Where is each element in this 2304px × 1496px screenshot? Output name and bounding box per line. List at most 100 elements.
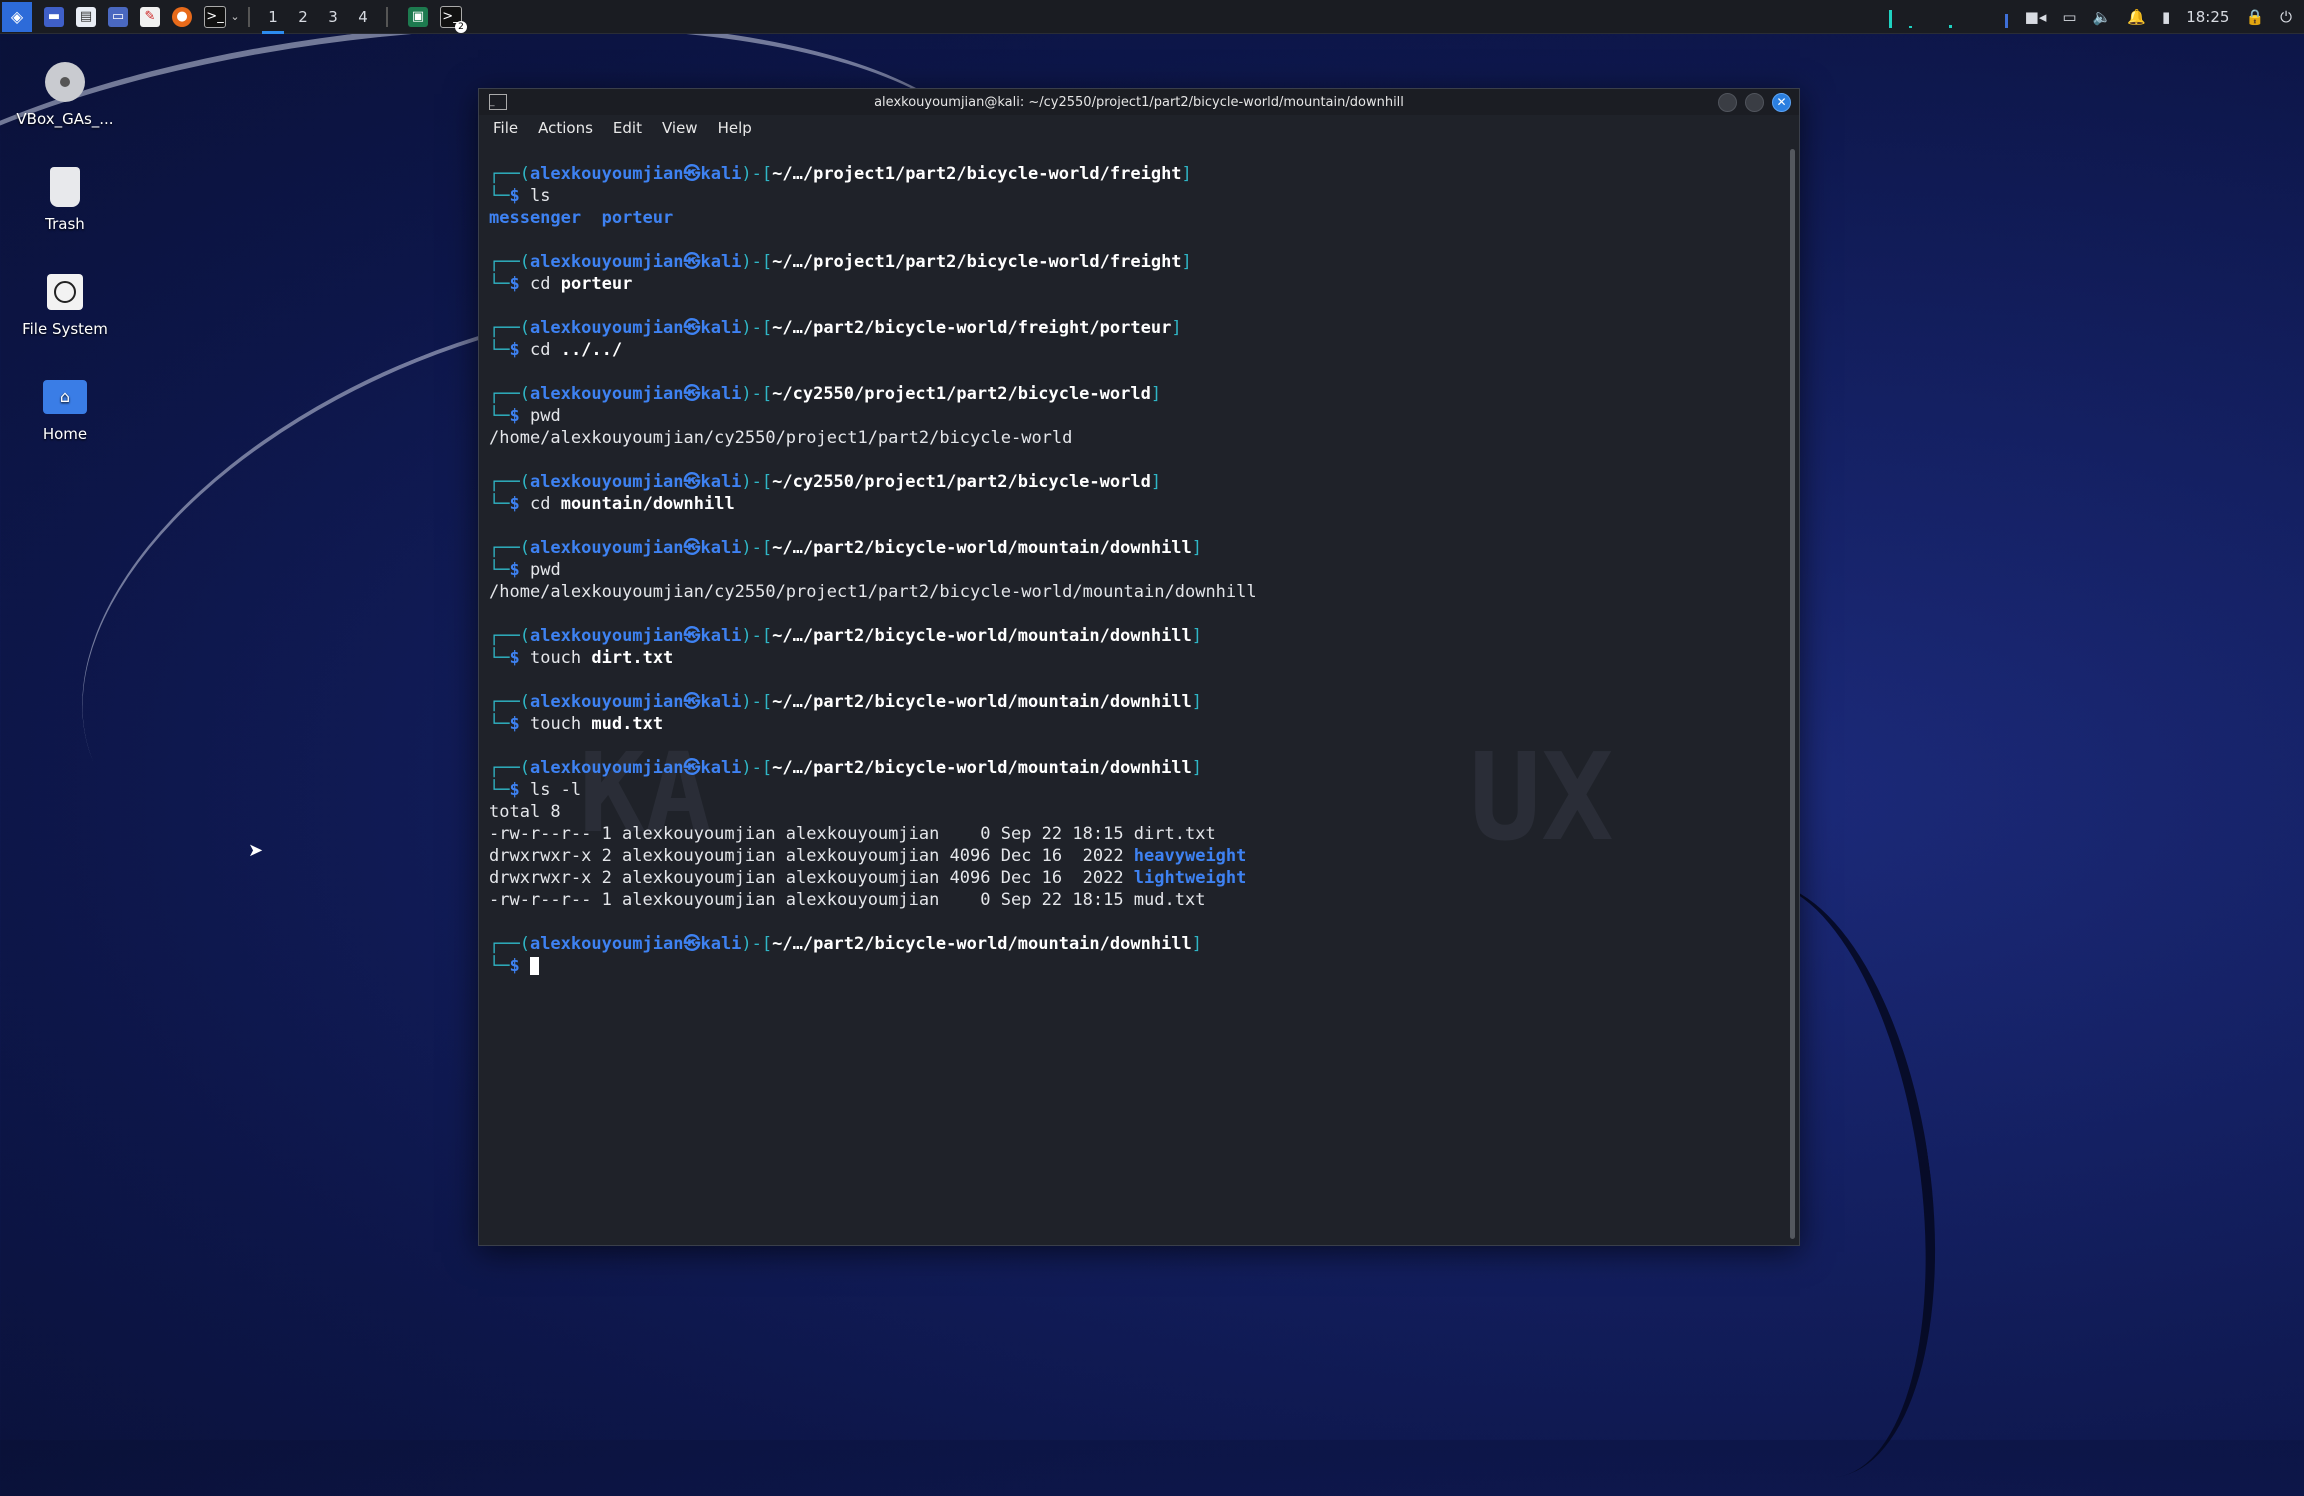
workspace-4[interactable]: 4 (348, 8, 378, 26)
window-button-icon[interactable]: ▣ (408, 6, 428, 27)
command-line: └─$ touch dirt.txt (489, 647, 1783, 669)
prompt-frame: ┌──( (489, 164, 530, 184)
command-line: └─$ ls (489, 185, 1783, 207)
command-text: cd (529, 340, 551, 360)
desktop-icon[interactable]: ▬ (44, 6, 64, 27)
command-text: cd (529, 274, 551, 294)
disc-icon (43, 60, 87, 104)
chevron-down-icon[interactable]: ⌄ (230, 7, 240, 27)
prompt-dollar: $ (509, 274, 530, 294)
power-icon[interactable]: ⏻ (2280, 8, 2292, 26)
menu-actions[interactable]: Actions (538, 119, 593, 137)
prompt-frame: ┌──( (489, 934, 530, 954)
camera-icon[interactable]: ■◂ (2025, 8, 2047, 26)
terminal-window-button[interactable]: >_ 2 (440, 5, 467, 33)
menu-file[interactable]: File (493, 119, 518, 137)
output-line: /home/alexkouyoumjian/cy2550/project1/pa… (489, 581, 1783, 603)
prompt-line: ┌──(alexkouyoumjian㉿kali)-[~/…/part2/bic… (489, 933, 1783, 955)
command-arg: ../../ (560, 340, 623, 360)
prompt-user: alexkouyoumjian㉿kali (529, 538, 742, 558)
prompt-frame: ┌──( (489, 538, 530, 558)
close-button[interactable]: ✕ (1772, 93, 1791, 112)
terminal-icon[interactable]: >_ (204, 5, 226, 28)
prompt-frame: ] (1181, 164, 1192, 184)
prompt-dollar: $ (509, 494, 530, 514)
document-icon[interactable]: ✎ (140, 6, 160, 27)
window-titlebar[interactable]: _ alexkouyoumjian@kali: ~/cy2550/project… (479, 89, 1799, 115)
desktop-icon-label: File System (22, 320, 108, 338)
firefox-icon[interactable]: ● (172, 6, 192, 27)
command-arg: mountain/downhill (560, 494, 735, 514)
menu-view[interactable]: View (662, 119, 698, 137)
volume-icon[interactable]: 🔈 (2093, 8, 2112, 26)
file-entry: dirt.txt (1133, 824, 1216, 844)
prompt-frame: ] (1150, 472, 1162, 492)
lock-icon[interactable]: 🔒 (2245, 8, 2264, 26)
prompt-frame: ┌──( (489, 318, 530, 338)
prompt-path: ~/…/part2/bicycle-world/mountain/downhil… (772, 538, 1192, 558)
desktop-icon-home[interactable]: ⌂ Home (10, 375, 120, 443)
prompt-dollar: $ (509, 648, 530, 668)
prompt-frame: )-[ (741, 626, 773, 646)
kali-menu-icon[interactable]: ◈ (2, 1, 32, 32)
maximize-button[interactable] (1745, 93, 1764, 112)
desktop-icon-filesystem[interactable]: File System (10, 270, 120, 338)
menu-help[interactable]: Help (718, 119, 752, 137)
prompt-line: ┌──(alexkouyoumjian㉿kali)-[~/cy2550/proj… (489, 471, 1783, 493)
command-text: pwd (529, 406, 561, 426)
prompt-frame: )-[ (741, 692, 773, 712)
prompt-path: ~/…/project1/part2/bicycle-world/freight (772, 164, 1182, 184)
workspace-2[interactable]: 2 (288, 8, 318, 26)
output-text: total 8 (489, 802, 561, 822)
prompt-user: alexkouyoumjian㉿kali (529, 934, 742, 954)
prompt-frame: )-[ (741, 164, 773, 184)
prompt-frame: ] (1150, 384, 1162, 404)
panel-separator (386, 6, 388, 27)
menu-edit[interactable]: Edit (613, 119, 642, 137)
battery-icon[interactable]: ▮ (2162, 8, 2170, 26)
prompt-dollar: $ (509, 780, 530, 800)
desktop-icon-trash[interactable]: Trash (10, 165, 120, 233)
prompt-user: alexkouyoumjian㉿kali (529, 626, 742, 646)
desktop-icon-label: Home (42, 425, 88, 443)
output-line: /home/alexkouyoumjian/cy2550/project1/pa… (489, 427, 1783, 449)
file-manager-icon[interactable]: ▤ (76, 6, 96, 27)
prompt-frame: └─ (489, 494, 510, 514)
output-text: /home/alexkouyoumjian/cy2550/project1/pa… (489, 428, 1073, 448)
minimize-button[interactable] (1718, 93, 1737, 112)
prompt-frame: └─ (489, 780, 510, 800)
desktop-icon-vbox[interactable]: VBox_GAs_... (10, 60, 120, 128)
file-meta: -rw-r--r-- 1 alexkouyoumjian alexkouyoum… (489, 824, 1134, 844)
directory-entry: messenger (489, 208, 582, 228)
prompt-line: ┌──(alexkouyoumjian㉿kali)-[~/…/part2/bic… (489, 757, 1783, 779)
prompt-path: ~/…/part2/bicycle-world/mountain/downhil… (772, 692, 1192, 712)
scrollbar[interactable] (1790, 149, 1795, 1239)
file-listing-row: -rw-r--r-- 1 alexkouyoumjian alexkouyoum… (489, 889, 1783, 911)
directory-entry: lightweight (1133, 868, 1247, 888)
prompt-frame: ] (1191, 934, 1203, 954)
prompt-path: ~/…/part2/bicycle-world/mountain/downhil… (772, 934, 1192, 954)
terminal-window[interactable]: _ alexkouyoumjian@kali: ~/cy2550/project… (478, 88, 1800, 1246)
ls-output-line: messenger porteur (489, 207, 1783, 229)
prompt-dollar: $ (509, 560, 530, 580)
prompt-user: alexkouyoumjian㉿kali (529, 692, 742, 712)
prompt-line: ┌──(alexkouyoumjian㉿kali)-[~/…/part2/bic… (489, 625, 1783, 647)
workspace-1[interactable]: 1 (258, 8, 288, 34)
workspace-3[interactable]: 3 (318, 8, 348, 26)
notification-bell-icon[interactable]: 🔔 (2127, 8, 2146, 26)
command-text: pwd (529, 560, 561, 580)
window-title: alexkouyoumjian@kali: ~/cy2550/project1/… (874, 94, 1404, 110)
text-editor-icon[interactable]: ▭ (108, 6, 128, 27)
prompt-frame: ] (1171, 318, 1182, 338)
prompt-dollar: $ (509, 714, 530, 734)
prompt-frame: ] (1191, 692, 1203, 712)
prompt-frame: ] (1191, 538, 1203, 558)
display-icon[interactable]: ▭ (2062, 8, 2076, 26)
clock[interactable]: 18:25 (2186, 8, 2229, 26)
terminal-output[interactable]: ┌──(alexkouyoumjian㉿kali)-[~/…/project1/… (489, 163, 1783, 1235)
